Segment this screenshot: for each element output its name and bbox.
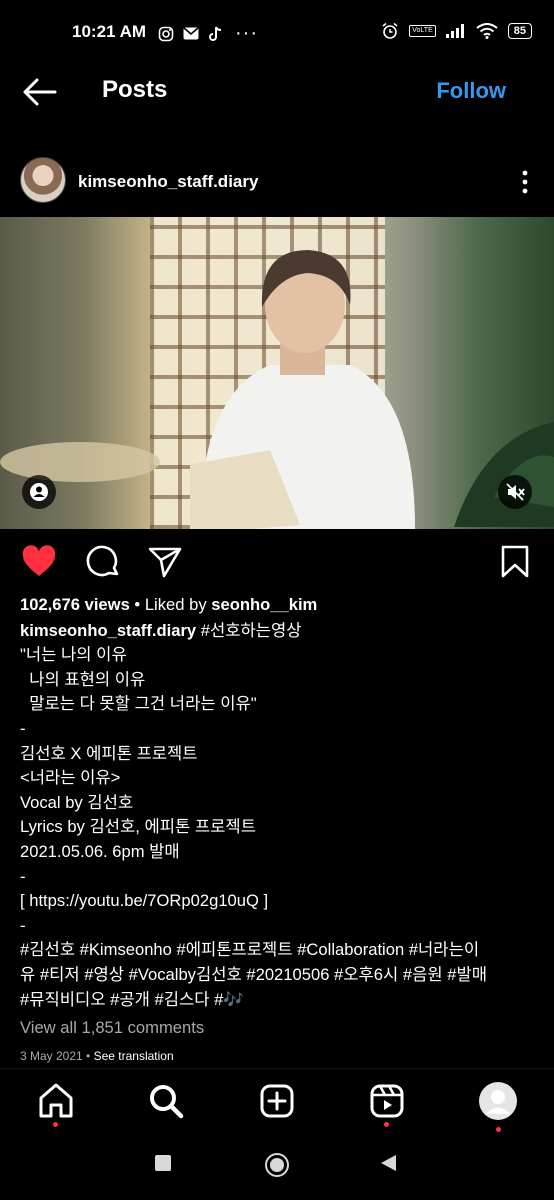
caption-line: - bbox=[20, 915, 26, 935]
more-notifications-icon: ··· bbox=[235, 22, 258, 44]
view-all-comments-link[interactable]: View all 1,851 comments bbox=[20, 1016, 540, 1041]
tiktok-icon bbox=[209, 26, 222, 41]
status-notification-icons: ··· bbox=[158, 22, 258, 45]
volte-icon: VoLTE bbox=[409, 25, 436, 37]
post-date: 3 May 2021 bbox=[20, 1048, 83, 1063]
post-date-row: 3 May 2021 • See translation bbox=[20, 1048, 174, 1063]
liked-by-user[interactable]: seonho__kim bbox=[211, 595, 317, 614]
follow-button[interactable]: Follow bbox=[436, 78, 506, 104]
caption-hashtags[interactable]: #김선호 #Kimseonho #에피톤프로젝트 #Collaboration … bbox=[20, 938, 540, 963]
caption-username[interactable]: kimseonho_staff.diary bbox=[20, 621, 196, 640]
back-arrow-icon[interactable] bbox=[20, 76, 58, 108]
caption-line: 김선호 X 에피톤 프로젝트 bbox=[20, 743, 198, 763]
caption-hashtag[interactable]: #선호하는영상 bbox=[196, 621, 302, 640]
see-translation-link[interactable]: See translation bbox=[94, 1049, 174, 1063]
alarm-icon bbox=[382, 22, 398, 39]
caption-line: "너는 나의 이유 bbox=[20, 645, 127, 665]
caption-line: Vocal by 김선호 bbox=[20, 792, 134, 812]
post-username[interactable]: kimseonho_staff.diary bbox=[78, 172, 258, 192]
profile-notification-dot bbox=[496, 1127, 501, 1132]
more-vertical-icon[interactable] bbox=[520, 169, 530, 195]
caption-line: Lyrics by 김선호, 에피톤 프로젝트 bbox=[20, 817, 256, 837]
person-tag-button[interactable] bbox=[22, 475, 56, 509]
battery-icon: 85 bbox=[507, 23, 532, 39]
person-reading bbox=[190, 250, 415, 529]
home-notification-dot bbox=[53, 1122, 58, 1127]
mute-icon bbox=[506, 483, 525, 501]
status-time: 10:21 AM bbox=[72, 22, 147, 41]
caption-line: kimseonho_staff.diary #선호하는영상 bbox=[20, 619, 540, 644]
recent-apps-icon[interactable] bbox=[154, 1154, 172, 1172]
caption-line: <너라는 이유> bbox=[20, 768, 121, 788]
reels-notification-dot bbox=[384, 1122, 389, 1127]
caption-line: 나의 표현의 이유 bbox=[20, 669, 146, 689]
wifi-icon bbox=[476, 23, 498, 39]
post-actions bbox=[0, 543, 554, 583]
views-line: 102,676 views • Liked by seonho__kim bbox=[20, 593, 540, 618]
post-video[interactable] bbox=[0, 217, 554, 529]
page-title: Posts bbox=[102, 76, 168, 103]
mute-button[interactable] bbox=[498, 475, 532, 509]
caption-hashtags[interactable]: #뮤직비디오 #공개 #김스다 #🎶 bbox=[20, 988, 540, 1013]
system-navigation-bar bbox=[0, 1136, 554, 1200]
comment-icon[interactable] bbox=[84, 543, 122, 581]
caption-line: 말로는 다 못할 그건 너라는 이유" bbox=[20, 694, 257, 714]
person-tag-icon bbox=[30, 483, 48, 501]
caption-line: - bbox=[20, 718, 26, 738]
caption-area: 102,676 views • Liked by seonho__kim kim… bbox=[20, 593, 540, 1068]
reels-icon[interactable] bbox=[367, 1081, 407, 1121]
heart-icon[interactable] bbox=[20, 543, 58, 581]
search-icon[interactable] bbox=[146, 1081, 186, 1121]
liked-by-prefix: • Liked by bbox=[129, 595, 212, 614]
caption-hashtags[interactable]: 유 #티저 #영상 #Vocalby김선호 #20210506 #오후6시 #음… bbox=[20, 963, 540, 988]
post-header: kimseonho_staff.diary bbox=[0, 155, 554, 211]
signal-icon bbox=[445, 24, 464, 38]
avatar[interactable] bbox=[20, 157, 66, 203]
home-icon[interactable] bbox=[36, 1081, 76, 1121]
share-icon[interactable] bbox=[146, 543, 184, 581]
top-bar: Posts Follow bbox=[0, 62, 554, 122]
home-button-icon[interactable] bbox=[264, 1152, 290, 1178]
views-count[interactable]: 102,676 views bbox=[20, 595, 130, 614]
caption-link[interactable]: [ https://youtu.be/7ORp02g10uQ ] bbox=[20, 889, 540, 914]
plant-leaves bbox=[454, 422, 554, 527]
profile-icon[interactable] bbox=[478, 1081, 518, 1121]
back-button-icon[interactable] bbox=[380, 1154, 398, 1172]
bookmark-icon[interactable] bbox=[496, 543, 534, 581]
mail-icon bbox=[183, 27, 199, 40]
add-icon[interactable] bbox=[257, 1081, 297, 1121]
caption-line: - bbox=[20, 866, 26, 886]
caption-line: 2021.05.06. 6pm 발매 bbox=[20, 841, 180, 861]
bottom-nav bbox=[0, 1068, 554, 1137]
status-bar: 10:21 AM ··· VoLTE 85 bbox=[0, 0, 554, 62]
instagram-icon bbox=[158, 26, 174, 41]
status-system-icons: VoLTE 85 bbox=[381, 22, 532, 40]
